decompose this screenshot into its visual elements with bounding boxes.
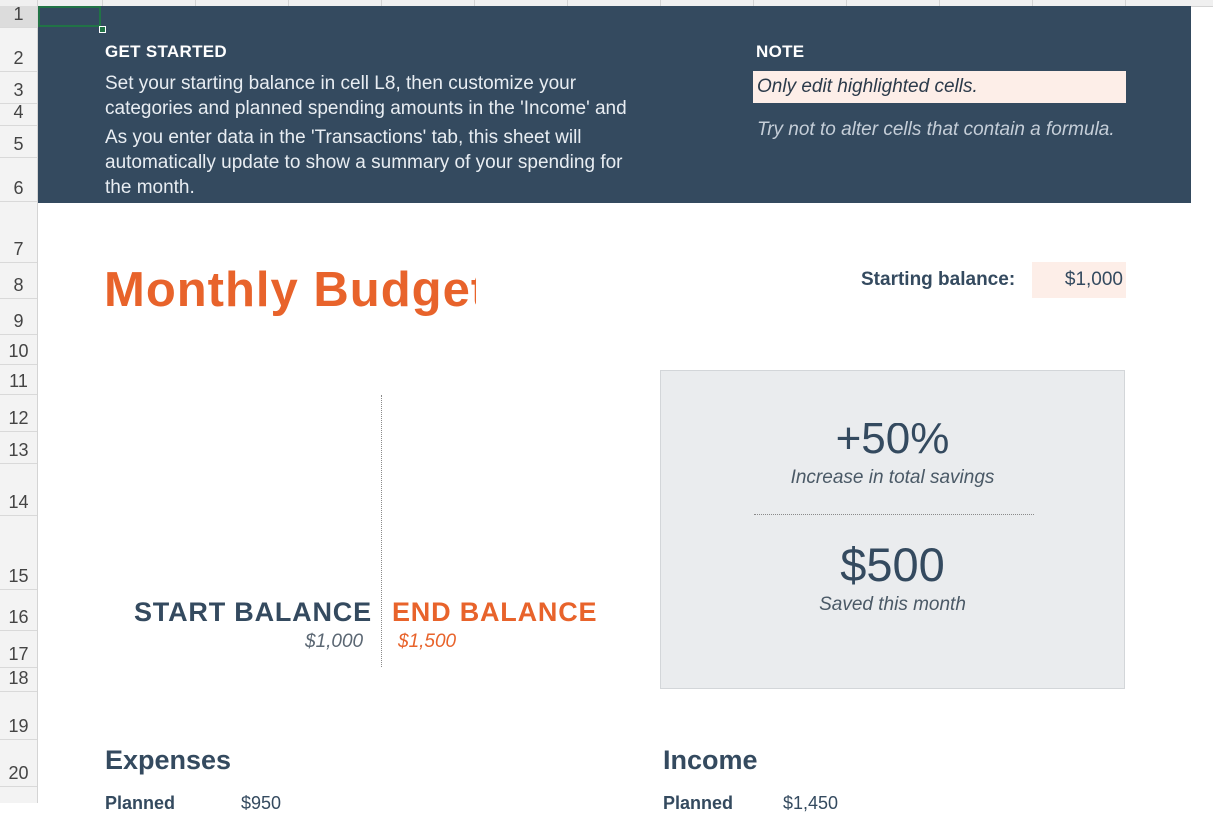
starting-balance-input[interactable]: $1,000 [1032, 262, 1126, 298]
expenses-planned-label: Planned [105, 793, 176, 813]
row-number-label: 12 [8, 408, 29, 428]
row-number[interactable]: 4 [0, 102, 37, 126]
row-number[interactable]: 9 [0, 299, 37, 335]
expenses-heading: Expenses [105, 745, 232, 775]
income-planned-value: $1,450 [783, 793, 839, 813]
row-number[interactable]: 15 [0, 516, 37, 590]
get-started-banner: GET STARTED Set your starting balance in… [38, 6, 1191, 203]
end-balance-value: $1,500 [398, 631, 457, 652]
get-started-heading: GET STARTED [105, 42, 227, 61]
expenses-planned-value: $950 [241, 793, 282, 813]
row-number-label: 18 [8, 668, 29, 688]
row-number[interactable]: 16 [0, 590, 37, 631]
saved-amount-caption: Saved this month [819, 594, 966, 615]
row-number-label: 2 [13, 48, 24, 68]
row-number-label: 16 [8, 607, 29, 627]
row-number[interactable]: 17 [0, 631, 37, 668]
row-number-label: 13 [8, 440, 29, 460]
row-number-label: 20 [8, 763, 29, 783]
title-cell[interactable]: Monthly Budget [104, 262, 476, 328]
get-started-text-line: the month. [105, 177, 195, 198]
row-number-label: 19 [8, 716, 29, 736]
start-balance-value: $1,000 [305, 631, 364, 652]
row-number[interactable]: 12 [0, 395, 37, 432]
fill-handle[interactable] [99, 26, 106, 33]
note-highlight-cell[interactable]: Only edit highlighted cells. [753, 71, 1126, 103]
starting-balance-value: $1,000 [1064, 269, 1123, 290]
row-number[interactable] [0, 787, 37, 803]
get-started-text-line: automatically update to show a summary o… [105, 152, 623, 173]
row-number[interactable]: 3 [0, 72, 37, 104]
savings-percent: +50% [835, 423, 950, 455]
row-number-label: 4 [13, 102, 24, 122]
row-number-label: 14 [8, 492, 29, 512]
page-title: Monthly Budget [104, 263, 476, 317]
row-number[interactable]: 6 [0, 158, 37, 202]
end-balance-label: END BALANCE [392, 597, 598, 627]
note-highlight-text: Only edit highlighted cells. [757, 76, 978, 97]
row-number[interactable]: 5 [0, 126, 37, 158]
row-number[interactable]: 10 [0, 335, 37, 365]
row-number[interactable]: 20 [0, 740, 37, 787]
savings-percent-cell: +50% [661, 423, 1124, 455]
savings-percent-caption: Increase in total savings [790, 467, 995, 488]
row-number[interactable]: 14 [0, 464, 37, 516]
get-started-text-line: As you enter data in the 'Transactions' … [105, 127, 582, 148]
balance-divider [381, 395, 382, 667]
get-started-text-line: categories and planned spending amounts … [105, 98, 627, 119]
row-number[interactable]: 19 [0, 692, 37, 740]
row-number[interactable]: 1 [0, 4, 37, 28]
row-number-label: 3 [13, 80, 24, 100]
row-number[interactable]: 18 [0, 668, 37, 692]
start-balance-label: START BALANCE [134, 597, 372, 627]
row-number-label: 8 [13, 275, 24, 295]
expenses-planned-row: Planned [105, 793, 175, 814]
starting-balance-label: Starting balance: [861, 269, 1016, 290]
row-number[interactable]: 8 [0, 263, 37, 299]
note-heading: NOTE [756, 42, 805, 61]
panel-divider [754, 514, 1034, 515]
saved-amount: $500 [840, 538, 945, 591]
row-number[interactable]: 2 [0, 28, 37, 72]
row-number-label: 9 [13, 311, 24, 331]
row-number-label: 11 [9, 371, 28, 391]
row-number[interactable]: 7 [0, 202, 37, 263]
row-number[interactable]: 11 [0, 365, 37, 395]
row-number-label: 7 [13, 239, 24, 259]
income-heading: Income [663, 745, 758, 775]
row-number-label: 15 [8, 566, 29, 586]
income-planned-row: Planned [663, 793, 733, 814]
note-subtext: Try not to alter cells that contain a fo… [757, 119, 1115, 140]
row-number-label: 5 [13, 134, 24, 154]
active-cell[interactable] [38, 6, 101, 27]
row-number[interactable]: 13 [0, 432, 37, 464]
row-number-label: 6 [13, 178, 24, 198]
row-number-label: 10 [8, 341, 29, 361]
savings-summary-panel[interactable]: +50% Increase in total savings $500 Save… [660, 370, 1125, 689]
income-planned-label: Planned [663, 793, 734, 813]
row-number-label: 1 [13, 4, 24, 24]
get-started-text-line: Set your starting balance in cell L8, th… [105, 73, 577, 94]
row-number-label: 17 [8, 644, 29, 664]
